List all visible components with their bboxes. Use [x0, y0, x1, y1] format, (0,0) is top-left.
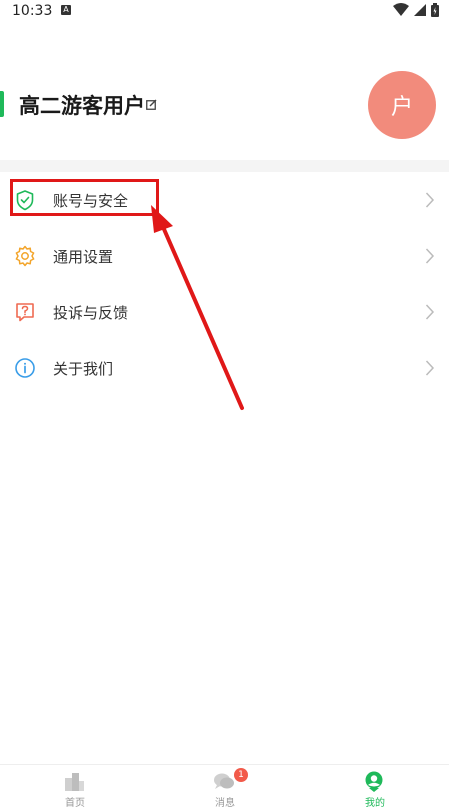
bottom-nav: 首页 1 消息 我的 — [0, 764, 449, 810]
status-time: 10:33 — [12, 3, 53, 19]
info-icon — [15, 358, 35, 378]
nav-messages[interactable]: 1 消息 — [150, 765, 300, 810]
chevron-right-icon — [425, 248, 435, 264]
profile-icon — [365, 771, 383, 792]
chevron-right-icon — [425, 192, 435, 208]
menu-item-label: 投诉与反馈 — [53, 304, 129, 322]
battery-icon — [431, 3, 439, 17]
nav-label: 消息 — [215, 798, 235, 809]
annotation-highlight-box — [10, 179, 159, 216]
chat-icon — [214, 773, 234, 789]
chevron-right-icon — [425, 304, 435, 320]
wifi-icon — [393, 3, 409, 16]
edit-icon[interactable] — [146, 99, 157, 110]
section-divider — [0, 160, 449, 172]
menu-item-label: 通用设置 — [53, 248, 114, 266]
avatar-text: 户 — [390, 95, 413, 120]
home-icon — [65, 773, 84, 791]
accent-bar — [0, 91, 4, 117]
menu-item-about-us[interactable]: 关于我们 — [0, 340, 449, 396]
menu-item-general-settings[interactable]: 通用设置 — [0, 228, 449, 284]
nav-home[interactable]: 首页 — [0, 765, 150, 810]
menu-item-feedback[interactable]: 投诉与反馈 — [0, 284, 449, 340]
avatar[interactable]: 户 — [368, 71, 436, 139]
nav-label: 我的 — [365, 798, 385, 809]
chevron-right-icon — [425, 360, 435, 376]
status-bar: 10:33 A — [0, 0, 449, 24]
username[interactable]: 高二游客用户 — [19, 90, 145, 120]
nav-label: 首页 — [65, 798, 85, 809]
menu-item-label: 关于我们 — [53, 360, 114, 378]
notification-a-icon: A — [61, 5, 71, 15]
gear-icon — [15, 245, 35, 267]
status-icons — [393, 3, 439, 17]
feedback-icon — [16, 303, 34, 322]
unread-badge: 1 — [234, 768, 248, 782]
nav-profile[interactable]: 我的 — [300, 765, 449, 810]
profile-header: 高二游客用户 户 — [0, 62, 449, 152]
signal-icon — [414, 4, 426, 16]
